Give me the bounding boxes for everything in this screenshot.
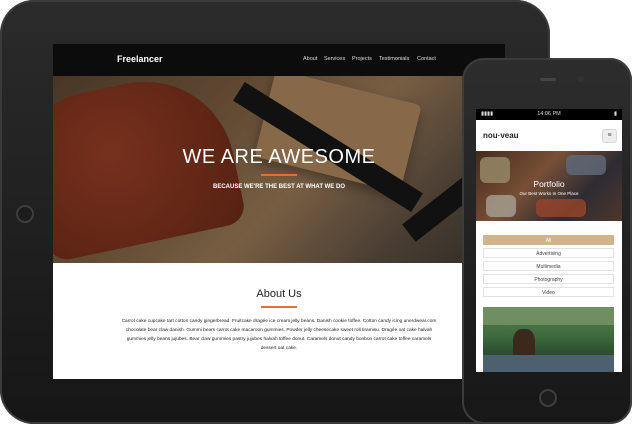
portfolio-photo[interactable] [483,307,614,372]
portfolio-title: Portfolio [533,179,565,189]
nav-link-projects[interactable]: Projects [352,56,372,62]
hero-divider [261,174,297,176]
phone-speaker [540,78,556,81]
about-text: Carrot cake cupcake tart cotton candy gi… [121,319,437,351]
nav-link-contact[interactable]: Contact [417,56,436,62]
tablet-home-button [16,205,34,223]
tablet-screen: Freelancer About Services Projects Testi… [53,44,505,379]
hero-subtitle: BECAUSE WE'RE THE BEST AT WHAT WE DO [213,184,345,190]
hero-overlay [53,76,505,263]
battery-icon: ▮ [613,111,617,117]
nav-link-about[interactable]: About [303,56,317,62]
filter-photography[interactable]: Photography [483,274,614,284]
filter-all[interactable]: All [483,235,614,245]
portfolio-hero: Portfolio Our Best Works In One Place [476,151,622,221]
nav-link-services[interactable]: Services [324,56,345,62]
hamburger-icon[interactable]: ≡ [602,129,617,143]
tree-canopy [483,307,614,325]
filter-multimedia[interactable]: Multimedia [483,261,614,271]
about-divider [261,306,297,308]
hero-title: WE ARE AWESOME [182,146,376,168]
about-title: About Us [256,288,302,300]
water-shape [483,355,614,372]
hero-section: WE ARE AWESOME BECAUSE WE'RE THE BEST AT… [53,76,505,263]
phone-home-button [539,389,557,407]
filter-advertising[interactable]: Advertising [483,248,614,258]
nav-link-testimonials[interactable]: Testimonials [379,56,409,62]
phone-screen: ▮▮▮▮ 14:06 PM ▮ nou·veau ≡ Portfolio Our… [476,109,622,372]
status-time: 14:06 PM [537,111,561,117]
filter-video[interactable]: Video [483,287,614,297]
phone-camera [578,76,584,82]
portfolio-subtitle: Our Best Works In One Place [519,191,579,196]
status-bar: ▮▮▮▮ 14:06 PM ▮ [476,109,622,120]
phone-site-brand[interactable]: nou·veau [483,131,519,140]
tablet-navbar: Freelancer About Services Projects Testi… [53,44,505,76]
site-brand[interactable]: Freelancer [117,54,163,64]
